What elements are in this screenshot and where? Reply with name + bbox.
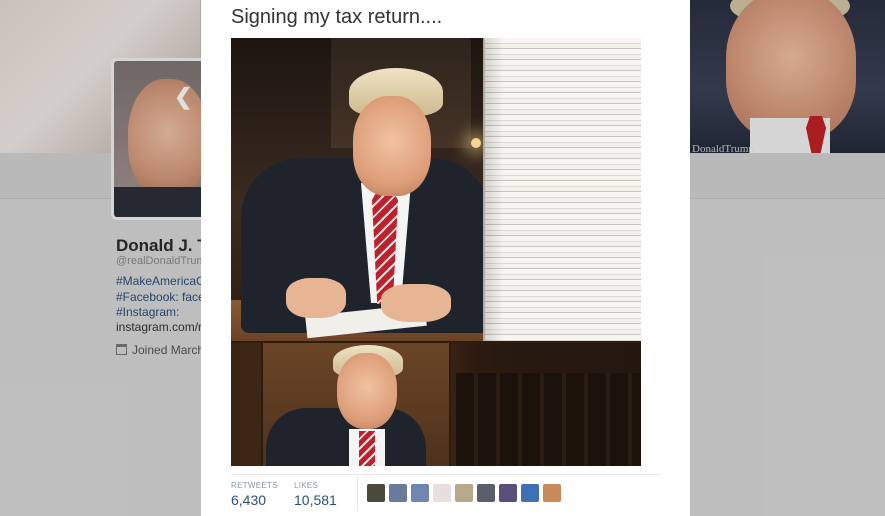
retweets-label: RETWEETS xyxy=(231,481,278,490)
photo-paper-stack xyxy=(483,38,641,341)
photo-hand-right xyxy=(381,284,451,322)
photo-tie xyxy=(359,431,375,466)
tweet-photo-main xyxy=(231,38,641,341)
liker-avatar[interactable] xyxy=(521,484,539,502)
tweet-stats: RETWEETS 6,430 LIKES 10,581 xyxy=(231,474,660,516)
likes-label: LIKES xyxy=(294,481,319,490)
liker-avatar[interactable] xyxy=(455,484,473,502)
photo-bar-shelves xyxy=(456,373,641,466)
liker-avatars xyxy=(367,484,561,502)
liker-avatar[interactable] xyxy=(433,484,451,502)
liker-avatar[interactable] xyxy=(411,484,429,502)
stats-divider xyxy=(357,475,358,511)
photo-face xyxy=(337,353,397,429)
retweets-count: 6,430 xyxy=(231,492,267,508)
tweet-photo-secondary xyxy=(231,343,641,466)
photo-lamp xyxy=(471,138,481,148)
photo-hand-left xyxy=(286,278,346,318)
liker-avatar[interactable] xyxy=(499,484,517,502)
photo-face xyxy=(353,96,431,196)
likes-count: 10,581 xyxy=(294,492,337,508)
liker-avatar[interactable] xyxy=(367,484,385,502)
tweet-photo[interactable] xyxy=(231,38,641,466)
liker-avatar[interactable] xyxy=(389,484,407,502)
tweet-modal: Signing my tax return.... RETWEETS 6,430… xyxy=(201,0,690,516)
liker-avatar[interactable] xyxy=(477,484,495,502)
retweets-stat[interactable]: RETWEETS 6,430 xyxy=(231,481,278,508)
likes-stat[interactable]: LIKES 10,581 xyxy=(294,481,337,508)
liker-avatar[interactable] xyxy=(543,484,561,502)
tweet-text: Signing my tax return.... xyxy=(231,6,443,28)
